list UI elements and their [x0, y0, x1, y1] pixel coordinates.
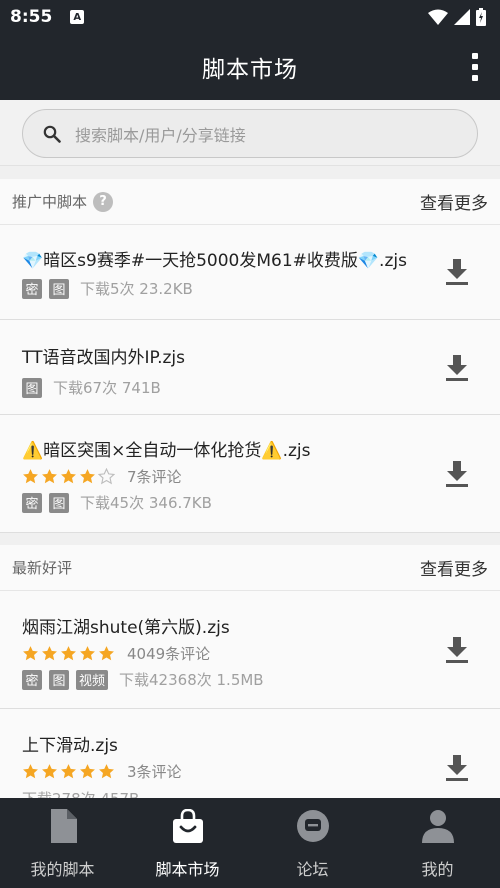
download-icon[interactable]	[444, 257, 470, 287]
list-item[interactable]: ⚠️暗区突围×全自动一体化抢货⚠️.zjs 7条评论 密 图 下载45次 346…	[0, 415, 500, 533]
more-vert-icon[interactable]	[464, 51, 486, 83]
signal-icon	[454, 9, 470, 25]
list-item[interactable]: 上下滑动.zjs 3条评论 下载278次 457B	[0, 709, 500, 798]
view-more-link[interactable]: 查看更多	[420, 189, 488, 214]
download-icon[interactable]	[444, 459, 470, 489]
section-title: 推广中脚本	[12, 193, 88, 211]
search-area: 搜索脚本/用户/分享链接	[0, 100, 500, 166]
star-filled-icon	[61, 469, 76, 484]
encrypted-tag: 密	[22, 492, 42, 513]
section-title: 最新好评	[12, 559, 73, 577]
download-meta: 下载278次 457B	[22, 788, 139, 798]
script-name: TT语音改国内外IP.zjs	[22, 348, 185, 368]
star-filled-icon	[42, 469, 57, 484]
app-bar: 脚本市场	[0, 34, 500, 100]
list-item[interactable]: TT语音改国内外IP.zjs 图 下载67次 741B	[0, 320, 500, 415]
star-filled-icon	[99, 646, 114, 661]
list-item[interactable]: 💎暗区s9赛季#一天抢5000发M61#收费版💎.zjs 密 图 下载5次 23…	[0, 225, 500, 320]
status-bar: 8:55 A	[0, 0, 500, 34]
download-meta: 下载42368次 1.5MB	[119, 671, 264, 689]
shopping-bag-icon	[170, 808, 206, 844]
star-filled-icon	[61, 764, 76, 779]
star-filled-icon	[23, 469, 38, 484]
tab-label: 论坛	[296, 860, 329, 879]
search-placeholder: 搜索脚本/用户/分享链接	[75, 125, 246, 145]
rating-stars	[22, 763, 115, 780]
section-header-latest-reviews: 最新好评 查看更多	[0, 545, 500, 591]
status-icons	[428, 8, 486, 26]
star-empty-icon	[98, 468, 115, 485]
star-filled-icon	[23, 764, 38, 779]
status-time: 8:55	[10, 7, 53, 27]
tab-my-scripts[interactable]: 我的脚本	[0, 798, 125, 888]
section-header-promoted: 推广中脚本 ? 查看更多	[0, 179, 500, 225]
tab-label: 我的脚本	[30, 860, 95, 879]
tab-script-market[interactable]: 脚本市场	[125, 798, 250, 888]
video-tag: 视频	[76, 669, 109, 690]
list-item[interactable]: 烟雨江湖shute(第六版).zjs 4049条评论 密 图 视频 下载4236…	[0, 591, 500, 709]
download-icon[interactable]	[444, 635, 470, 665]
tab-label: 我的	[421, 860, 454, 879]
encrypted-tag: 密	[22, 669, 42, 690]
script-name: ⚠️暗区突围×全自动一体化抢货⚠️.zjs	[22, 441, 311, 461]
star-filled-icon	[80, 764, 95, 779]
image-tag: 图	[49, 492, 69, 513]
chat-bubble-icon	[295, 808, 331, 844]
battery-icon	[476, 8, 486, 26]
review-count: 3条评论	[127, 763, 182, 781]
tab-forum[interactable]: 论坛	[250, 798, 375, 888]
script-name: 烟雨江湖shute(第六版).zjs	[22, 618, 230, 638]
image-tag: 图	[49, 669, 69, 690]
script-name: 上下滑动.zjs	[22, 736, 118, 756]
download-icon[interactable]	[444, 353, 470, 383]
market-content[interactable]: 推广中脚本 ? 查看更多 💎暗区s9赛季#一天抢5000发M61#收费版💎.zj…	[0, 167, 500, 798]
star-filled-icon	[42, 646, 57, 661]
encrypted-tag: 密	[22, 278, 42, 299]
review-count: 4049条评论	[127, 645, 211, 663]
star-filled-icon	[80, 469, 95, 484]
image-tag: 图	[49, 278, 69, 299]
download-meta: 下载67次 741B	[53, 379, 161, 397]
star-filled-icon	[80, 646, 95, 661]
file-icon	[45, 808, 81, 844]
image-tag: 图	[22, 377, 42, 398]
star-filled-icon	[61, 646, 76, 661]
review-count: 7条评论	[127, 468, 182, 486]
person-icon	[420, 808, 456, 844]
rating-stars	[22, 468, 115, 485]
script-name: 💎暗区s9赛季#一天抢5000发M61#收费版💎.zjs	[22, 251, 407, 271]
bottom-tab-bar: 我的脚本 脚本市场 论坛 我的	[0, 798, 500, 888]
tab-me[interactable]: 我的	[375, 798, 500, 888]
tab-label: 脚本市场	[155, 860, 220, 879]
star-filled-icon	[99, 764, 114, 779]
star-filled-icon	[42, 764, 57, 779]
download-meta: 下载45次 346.7KB	[80, 494, 212, 512]
notification-a-icon: A	[70, 10, 85, 24]
search-input[interactable]: 搜索脚本/用户/分享链接	[22, 109, 478, 158]
view-more-link[interactable]: 查看更多	[420, 555, 488, 580]
help-icon[interactable]: ?	[93, 191, 114, 212]
search-icon	[43, 125, 61, 143]
star-filled-icon	[23, 646, 38, 661]
download-meta: 下载5次 23.2KB	[80, 280, 193, 298]
download-icon[interactable]	[444, 753, 470, 783]
rating-stars	[22, 645, 115, 662]
page-title: 脚本市场	[202, 57, 298, 83]
wifi-icon	[428, 9, 448, 25]
